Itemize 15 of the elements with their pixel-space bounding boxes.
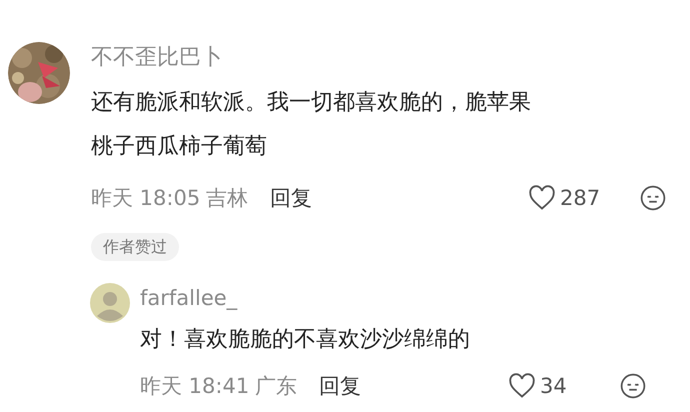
reply-button[interactable]: 回复 [270,188,312,208]
like-count: 34 [540,376,568,396]
reply-text: 对！喜欢脆脆的不喜欢沙沙绵绵的 [140,329,471,351]
comment-time: 昨天 18:41 [140,376,250,396]
author-liked-badge: 作者赞过 [91,233,179,261]
comment-text: 还有脆派和软派。我一切都喜欢脆的，脆苹果桃子西瓜柿子葡萄 [91,89,532,161]
heart-icon[interactable] [528,185,556,211]
neutral-face-icon[interactable] [620,373,646,399]
like-count: 287 [560,188,602,208]
neutral-face-icon[interactable] [640,185,666,211]
comment-location: 吉林 [206,188,248,208]
heart-icon[interactable] [508,373,536,399]
comment-location: 广东 [255,376,298,396]
comment-time: 昨天 18:05 [91,188,200,208]
reply-button[interactable]: 回复 [319,376,362,396]
